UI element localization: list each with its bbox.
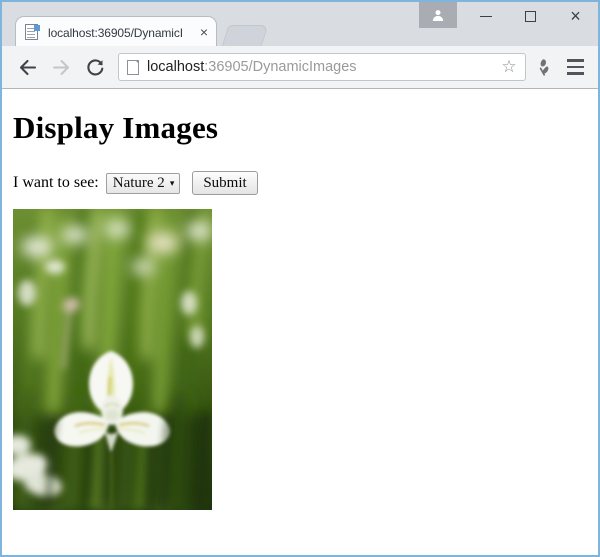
new-tab-button[interactable]	[221, 25, 269, 47]
page-title: Display Images	[13, 110, 219, 145]
chevron-down-icon: ▾	[169, 177, 175, 188]
address-bar[interactable]: localhost:36905/DynamicImages ☆	[118, 53, 526, 81]
back-button[interactable]	[12, 52, 42, 82]
image-selection-form: I want to see: Nature 2 ▾ Submit	[13, 171, 598, 196]
tab-title: localhost:36905/DynamicI	[48, 25, 184, 40]
browser-tab[interactable]: localhost:36905/DynamicI ×	[15, 16, 217, 48]
maximize-button[interactable]	[508, 2, 553, 30]
close-window-button[interactable]: ×	[553, 2, 598, 30]
browser-toolbar: localhost:36905/DynamicImages ☆	[2, 46, 598, 89]
window-controls: ×	[419, 2, 598, 32]
forward-button	[46, 52, 76, 82]
bookmark-star-icon[interactable]: ☆	[499, 57, 519, 77]
url-path: :36905/DynamicImages	[204, 59, 357, 75]
minimize-icon	[479, 15, 492, 17]
tab-close-icon[interactable]: ×	[196, 24, 212, 41]
image-select-value: Nature 2	[112, 174, 165, 191]
page-info-icon	[127, 59, 139, 75]
maximize-icon	[525, 10, 536, 22]
image-select-dropdown[interactable]: Nature 2 ▾	[105, 172, 181, 194]
url-text: localhost:36905/DynamicImages	[147, 59, 499, 75]
minimize-button[interactable]	[463, 2, 508, 30]
profile-avatar-icon[interactable]	[419, 2, 457, 28]
page-favicon-icon	[24, 24, 41, 41]
image-select-label: I want to see:	[13, 174, 99, 192]
browser-menu-button[interactable]	[562, 52, 588, 82]
url-host: localhost	[147, 59, 205, 75]
reload-button[interactable]	[80, 52, 110, 82]
extension-icon[interactable]	[530, 52, 558, 82]
browser-window: localhost:36905/DynamicI × × localhost:3…	[0, 0, 600, 557]
forward-arrow-icon	[52, 59, 69, 75]
close-window-icon: ×	[570, 6, 581, 26]
nature-image	[13, 209, 212, 511]
page-content: Display Images I want to see: Nature 2 ▾…	[2, 89, 598, 555]
submit-button[interactable]: Submit	[192, 171, 258, 196]
back-arrow-icon	[19, 59, 36, 75]
tab-strip: localhost:36905/DynamicI × ×	[2, 0, 598, 48]
reload-icon	[86, 58, 103, 75]
